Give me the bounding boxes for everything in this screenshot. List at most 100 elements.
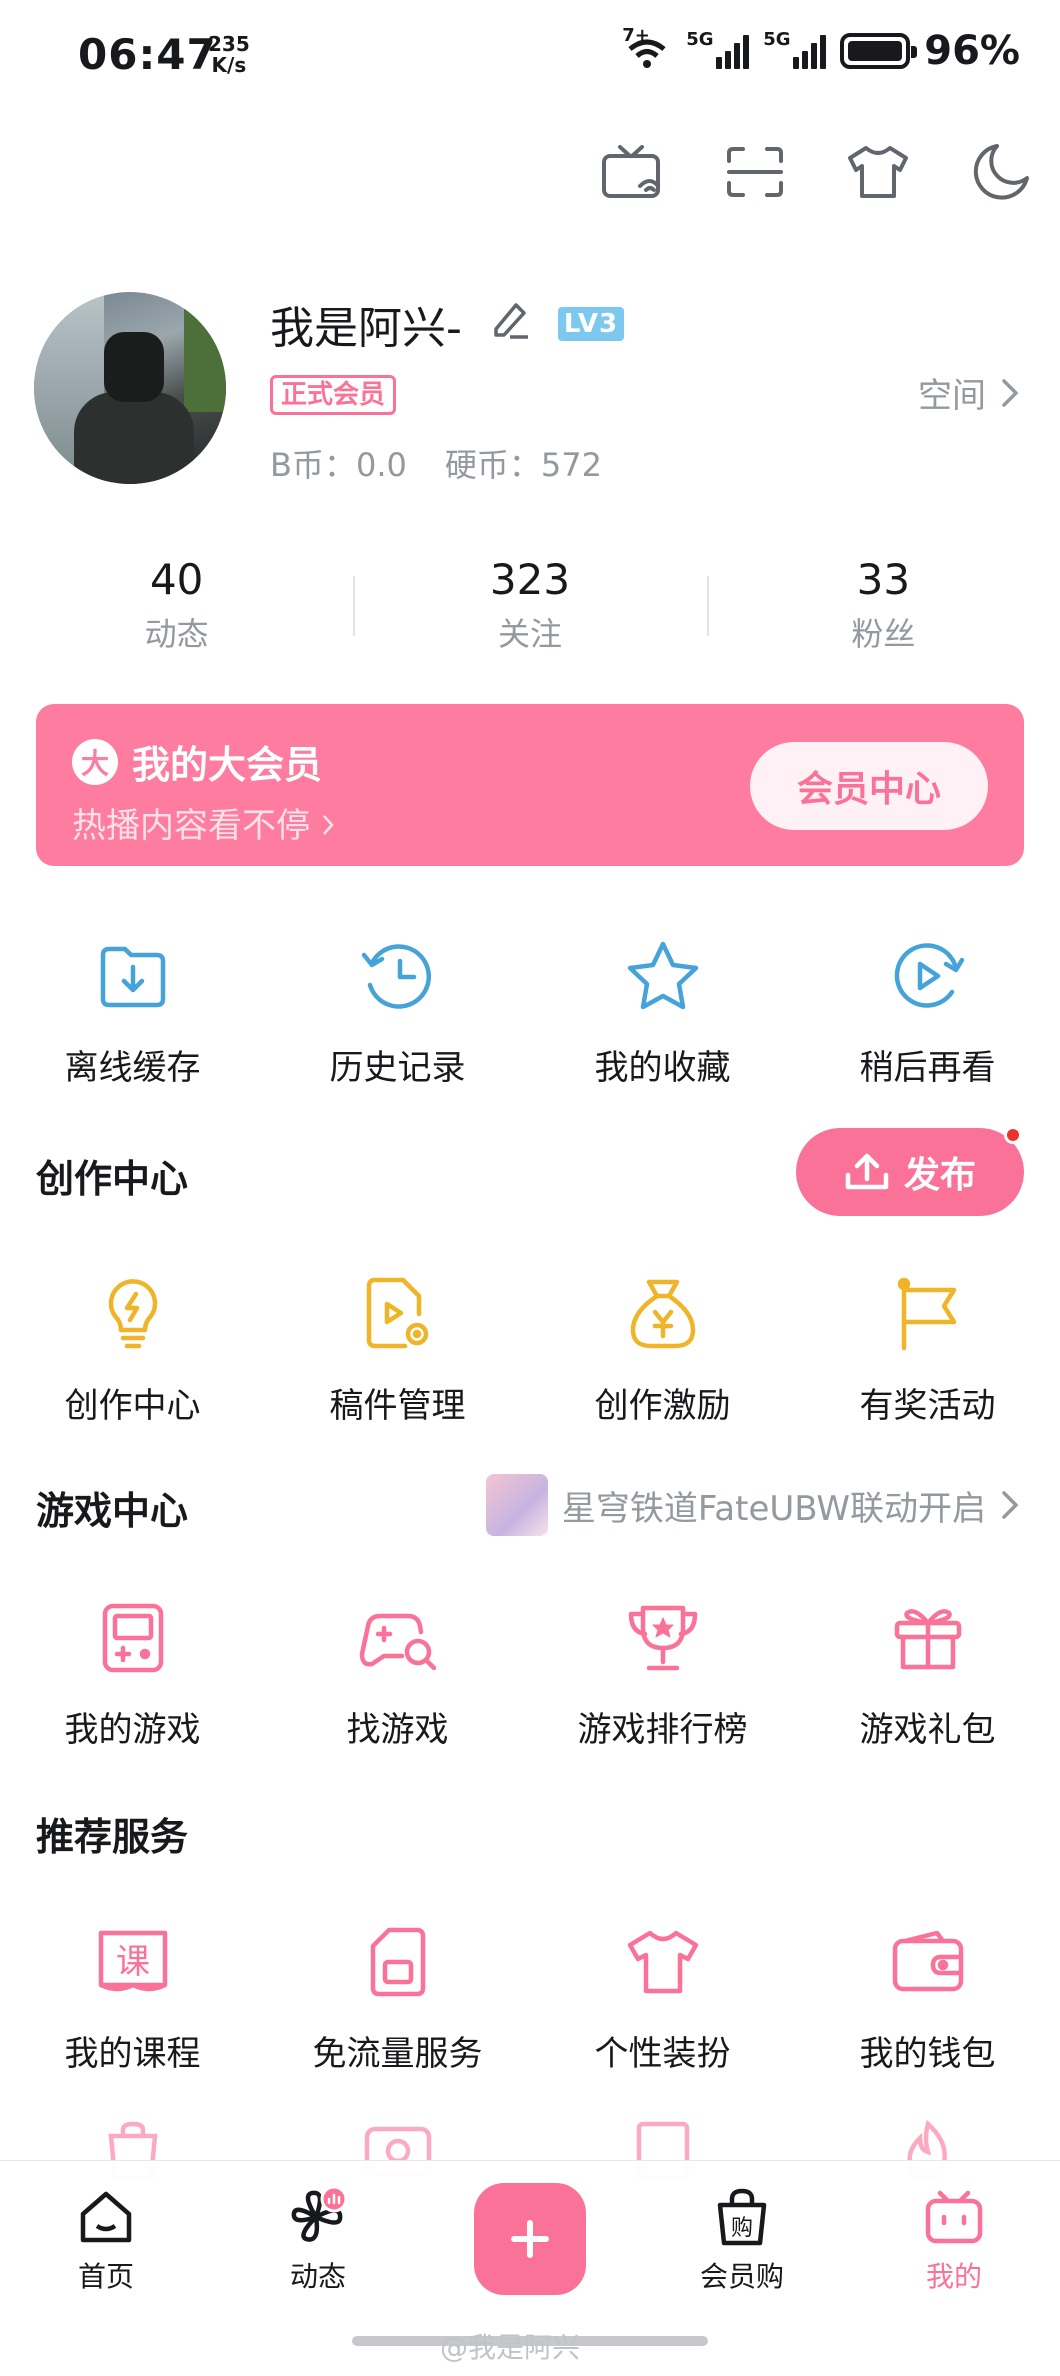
stat-following[interactable]: 323 关注 — [353, 550, 706, 658]
money-bag-icon — [623, 1274, 703, 1354]
personal-decoration-item[interactable]: 个性装扮 — [530, 1922, 795, 2075]
wallet-icon — [888, 1922, 968, 2002]
chevron-right-icon — [1002, 378, 1019, 407]
space-link[interactable]: 空间 — [918, 368, 1020, 417]
status-time: 06:47 — [78, 30, 217, 79]
svg-text:课: 课 — [116, 1942, 150, 1982]
stat-dynamic[interactable]: 40 动态 — [0, 550, 353, 658]
game-label: 游戏礼包 — [859, 1710, 996, 1750]
tab-dynamic[interactable]: 动态 — [212, 2185, 424, 2295]
game-label: 游戏排行榜 — [577, 1710, 748, 1750]
publish-button[interactable]: 发布 — [796, 1126, 1024, 1216]
tab-label: 首页 — [77, 2260, 134, 2293]
game-gift-item[interactable]: 游戏礼包 — [795, 1598, 1060, 1751]
game-promo-link[interactable]: 星穹铁道FateUBW联动开启 — [485, 1474, 1020, 1536]
battery-icon — [840, 33, 918, 69]
battery-percent: 96% — [924, 28, 1020, 74]
offline-cache-icon — [93, 936, 173, 1016]
my-games-item[interactable]: 我的游戏 — [0, 1598, 265, 1751]
stat-value: 323 — [489, 555, 571, 604]
network-speed-unit: K/s — [211, 53, 247, 77]
quick-watch-later[interactable]: 稍后再看 — [795, 936, 1060, 1089]
manuscript-icon — [358, 1274, 438, 1354]
wifi-icon: 7+ — [622, 25, 672, 71]
game-section-title: 游戏中心 — [36, 1489, 189, 1533]
new-badge-dot — [1004, 1126, 1022, 1144]
tab-publish[interactable] — [424, 2183, 636, 2295]
upload-icon — [845, 1153, 889, 1190]
tab-vip-shop[interactable]: 购 会员购 — [636, 2185, 848, 2295]
vip-card[interactable]: 大 我的大会员 热播内容看不停 会员中心 — [36, 704, 1024, 866]
vip-badge: 正式会员 — [270, 375, 397, 415]
quick-access-grid: 离线缓存 历史记录 我的收藏 稍后再看 — [0, 936, 1060, 1089]
find-games-item[interactable]: 找游戏 — [265, 1598, 530, 1751]
gamepad-search-icon — [358, 1598, 438, 1678]
create-label: 有奖活动 — [859, 1386, 996, 1426]
free-data-item[interactable]: 免流量服务 — [265, 1922, 530, 2075]
create-section-title: 创作中心 — [36, 1157, 189, 1201]
avatar[interactable] — [34, 292, 226, 484]
signal-sim1-icon: 5G — [686, 29, 750, 69]
dynamic-icon — [286, 2185, 350, 2249]
chevron-right-icon — [1002, 1491, 1019, 1519]
quick-label: 离线缓存 — [64, 1048, 201, 1088]
bulb-icon — [93, 1274, 173, 1354]
service-label: 个性装扮 — [594, 2034, 731, 2074]
quick-offline-cache[interactable]: 离线缓存 — [0, 936, 265, 1089]
service-label: 我的课程 — [64, 2034, 201, 2074]
watermark: @我是阿兴 — [440, 2331, 581, 2364]
quick-favorites[interactable]: 我的收藏 — [530, 936, 795, 1089]
coin-balance: 硬币：572 — [444, 446, 602, 484]
create-grid: 创作中心 稿件管理 创作激励 有奖活动 — [0, 1274, 1060, 1427]
chevron-right-icon — [322, 815, 334, 835]
create-center-item[interactable]: 创作中心 — [0, 1274, 265, 1427]
sim-card-icon — [358, 1922, 438, 2002]
level-badge: LV3 — [557, 307, 625, 341]
game-promo-thumbnail — [485, 1474, 548, 1536]
stat-label: 粉丝 — [851, 615, 916, 653]
vip-center-button[interactable]: 会员中心 — [750, 742, 988, 830]
gift-icon — [888, 1598, 968, 1678]
services-grid: 课 我的课程 免流量服务 个性装扮 我的钱包 — [0, 1922, 1060, 2075]
publish-label: 发布 — [903, 1155, 976, 1196]
vip-card-title: 大 我的大会员 — [72, 734, 322, 789]
game-ranking-item[interactable]: 游戏排行榜 — [530, 1598, 795, 1751]
flag-icon — [888, 1274, 968, 1354]
night-mode-icon[interactable] — [962, 140, 1040, 204]
tab-label: 我的 — [925, 2260, 982, 2293]
quick-label: 历史记录 — [329, 1048, 466, 1088]
stat-fans[interactable]: 33 粉丝 — [706, 550, 1060, 658]
status-bar: 06:47 235 K/s 7+ 5G 5G 96% — [0, 0, 1060, 110]
quick-history[interactable]: 历史记录 — [265, 936, 530, 1089]
watch-later-icon — [888, 936, 968, 1016]
tab-label: 动态 — [289, 2260, 346, 2293]
reward-activity-item[interactable]: 有奖活动 — [795, 1274, 1060, 1427]
stat-label: 关注 — [497, 615, 562, 653]
vip-subtitle-text: 热播内容看不停 — [72, 806, 310, 846]
stat-label: 动态 — [144, 615, 209, 653]
quick-label: 稍后再看 — [859, 1048, 996, 1088]
tab-mine[interactable]: 我的 — [848, 2185, 1060, 2295]
edit-icon[interactable] — [488, 297, 532, 352]
creation-incentive-item[interactable]: 创作激励 — [530, 1274, 795, 1427]
my-wallet-item[interactable]: 我的钱包 — [795, 1922, 1060, 2075]
tab-home[interactable]: 首页 — [0, 2185, 212, 2295]
my-course-item[interactable]: 课 我的课程 — [0, 1922, 265, 2075]
vip-subtitle[interactable]: 热播内容看不停 — [72, 798, 335, 847]
create-label: 创作激励 — [594, 1386, 731, 1426]
vip-da-icon: 大 — [72, 738, 118, 785]
service-label: 免流量服务 — [312, 2034, 483, 2074]
wifi-label: 7+ — [622, 25, 650, 46]
create-label: 稿件管理 — [329, 1386, 466, 1426]
sim1-label: 5G — [686, 29, 714, 50]
signal-sim2-icon: 5G — [763, 29, 827, 69]
course-icon: 课 — [93, 1922, 173, 2002]
manuscript-management-item[interactable]: 稿件管理 — [265, 1274, 530, 1427]
outfit-icon[interactable] — [839, 140, 917, 204]
quick-label: 我的收藏 — [594, 1048, 731, 1088]
game-promo-text: 星穹铁道FateUBW联动开启 — [561, 1488, 986, 1529]
profile-name-row: 我是阿兴- LV3 — [270, 292, 625, 356]
tv-icon[interactable] — [593, 140, 671, 204]
plus-icon — [474, 2183, 586, 2295]
scan-icon[interactable] — [716, 140, 794, 204]
